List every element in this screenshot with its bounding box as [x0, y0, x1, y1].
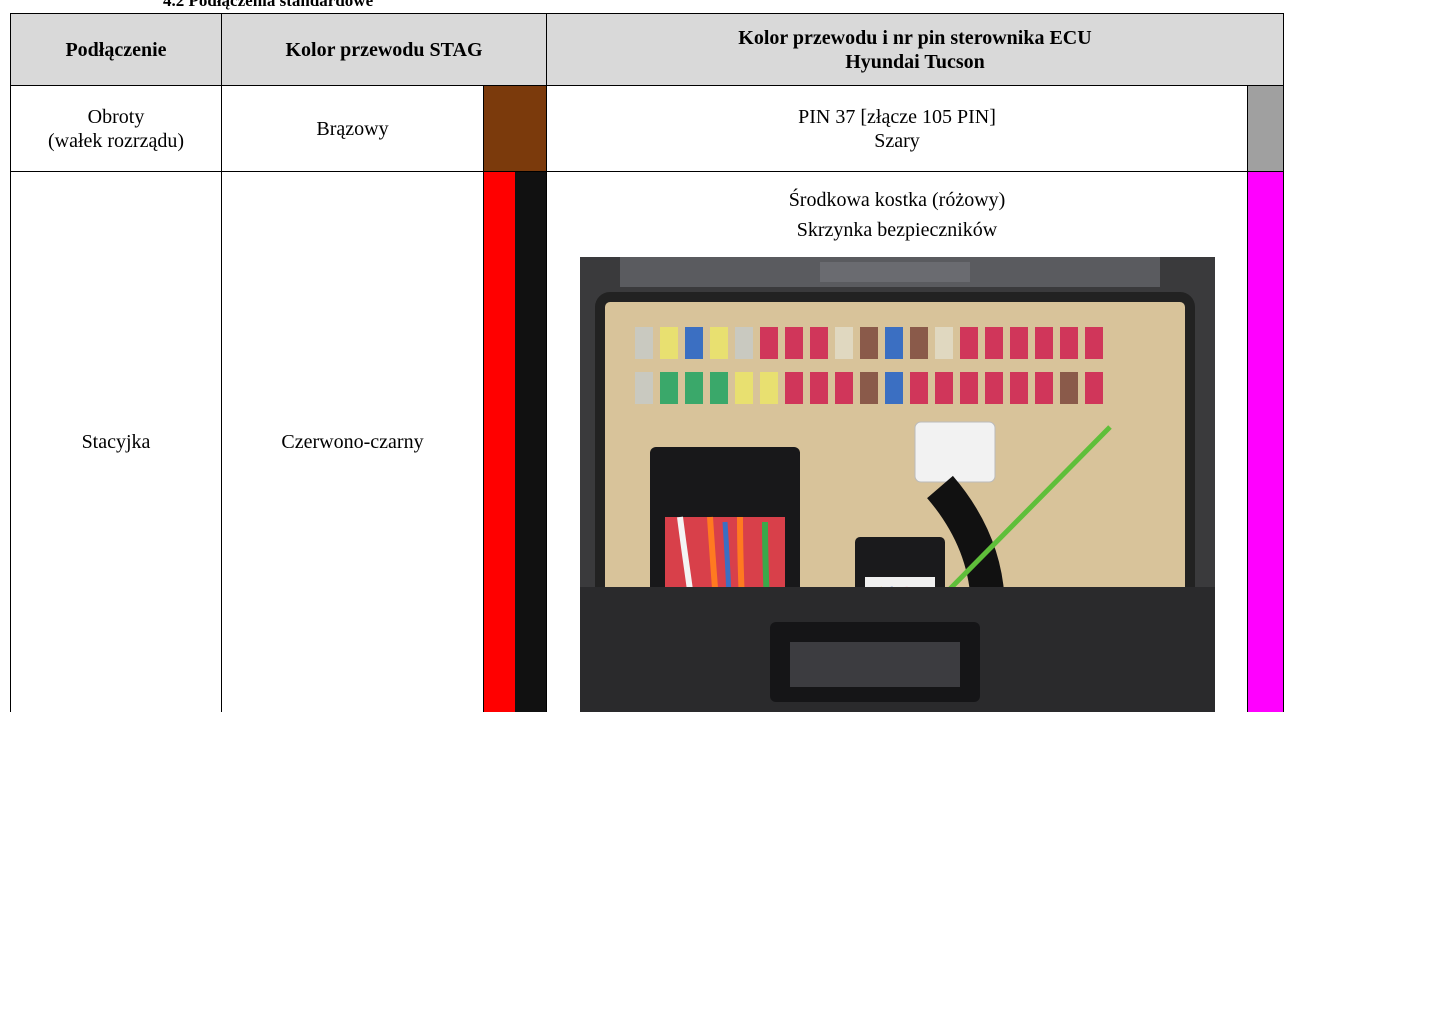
connection-cell: Obroty (wałek rozrządu)	[10, 85, 222, 172]
ecu-location-sublabel: Skrzynka bezpieczników	[796, 219, 998, 241]
header-ecu: Kolor przewodu i nr pin sterownika ECU H…	[546, 13, 1284, 86]
stag-color-swatch	[483, 171, 547, 712]
swatch-stripe	[515, 172, 546, 712]
swatch-stripes	[484, 86, 546, 171]
connection-label: Obroty	[87, 105, 145, 128]
header-row: Podłączenie Kolor przewodu STAG Kolor pr…	[10, 13, 1284, 86]
header-connection: Podłączenie	[10, 13, 222, 86]
fuse-box-photo	[579, 257, 1215, 712]
ecu-location-label: Środkowa kostka (różowy)	[788, 189, 1006, 211]
swatch-stripe	[484, 172, 515, 712]
connection-cell: Stacyjka	[10, 171, 222, 712]
ecu-color-swatch	[1247, 171, 1284, 712]
header-ecu-line1: Kolor przewodu i nr pin sterownika ECU	[738, 26, 1092, 49]
ecu-pin-label: PIN 37 [złącze 105 PIN]	[798, 105, 996, 128]
swatch-stripe	[484, 86, 546, 171]
ecu-color-swatch	[1247, 85, 1284, 172]
table-row: Obroty (wałek rozrządu) Brązowy PIN 37 […	[10, 85, 1284, 172]
section-title: 4.2 Podłączenia standardowe	[163, 0, 374, 10]
stag-color-swatch	[483, 85, 547, 172]
connection-sublabel: (wałek rozrządu)	[47, 129, 185, 152]
ecu-cell: Środkowa kostka (różowy) Skrzynka bezpie…	[546, 171, 1248, 712]
table-row: Stacyjka Czerwono-czarny Środkowa kostka…	[10, 171, 1284, 712]
header-stag-color: Kolor przewodu STAG	[221, 13, 547, 86]
swatch-stripes	[484, 172, 546, 712]
stag-color-cell: Czerwono-czarny	[221, 171, 484, 712]
header-ecu-line2: Hyundai Tucson	[845, 50, 985, 73]
ecu-wire-color: Szary	[874, 129, 920, 152]
connections-table: Podłączenie Kolor przewodu STAG Kolor pr…	[10, 13, 1284, 712]
ecu-cell: PIN 37 [złącze 105 PIN] Szary	[546, 85, 1248, 172]
stag-color-cell: Brązowy	[221, 85, 484, 172]
